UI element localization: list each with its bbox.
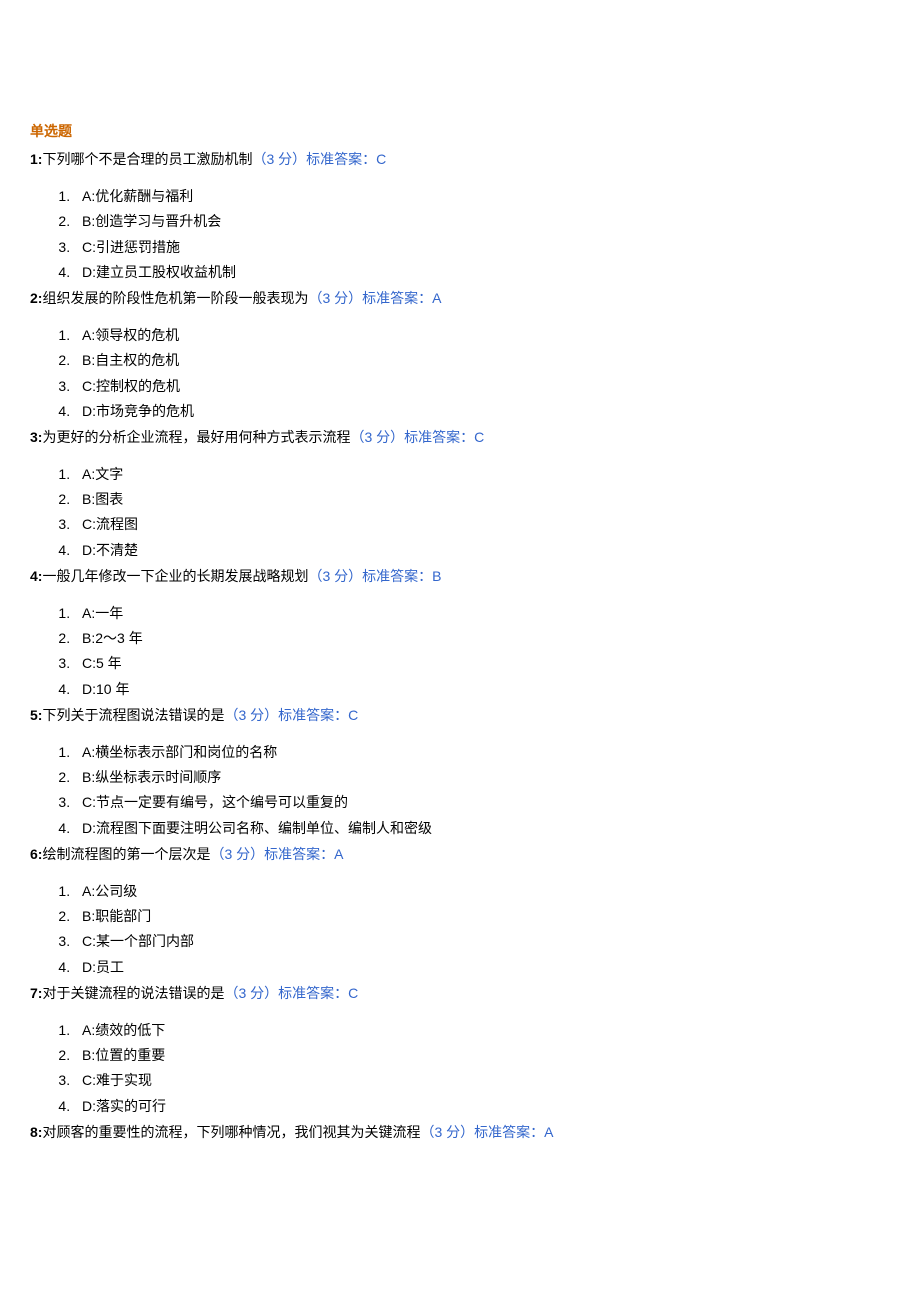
- choice-item: B:图表: [74, 488, 890, 510]
- choice-item: C:引进惩罚措施: [74, 236, 890, 258]
- answer-label: 标准答案：: [306, 151, 376, 167]
- answer-label: 标准答案：: [404, 429, 474, 445]
- choice-item: A:公司级: [74, 880, 890, 902]
- choice-item: D:不清楚: [74, 539, 890, 561]
- question-stem: 4:一般几年修改一下企业的长期发展战略规划（3 分）标准答案：B: [30, 565, 890, 587]
- question-text: 一般几年修改一下企业的长期发展战略规划: [42, 568, 308, 584]
- question-points: （3 分）: [210, 846, 264, 862]
- choice-item: D:员工: [74, 956, 890, 978]
- choice-item: D:流程图下面要注明公司名称、编制单位、编制人和密级: [74, 817, 890, 839]
- answer-value: B: [432, 568, 441, 584]
- question-stem: 7:对于关键流程的说法错误的是（3 分）标准答案：C: [30, 982, 890, 1004]
- choice-item: C:节点一定要有编号，这个编号可以重复的: [74, 791, 890, 813]
- question-text: 下列关于流程图说法错误的是: [42, 707, 224, 723]
- question-stem: 3:为更好的分析企业流程，最好用何种方式表示流程（3 分）标准答案：C: [30, 426, 890, 448]
- question-points: （3 分）: [350, 429, 404, 445]
- choice-list: A:文字 B:图表 C:流程图 D:不清楚: [30, 463, 890, 562]
- choice-item: D:落实的可行: [74, 1095, 890, 1117]
- question-points: （3 分）: [224, 985, 278, 1001]
- answer-value: A: [544, 1124, 553, 1140]
- question-number: 1:: [30, 151, 42, 167]
- answer-value: A: [432, 290, 441, 306]
- choice-item: A:横坐标表示部门和岗位的名称: [74, 741, 890, 763]
- answer-value: C: [376, 151, 386, 167]
- answer-value: A: [334, 846, 343, 862]
- choice-list: A:公司级 B:职能部门 C:某一个部门内部 D:员工: [30, 880, 890, 979]
- choice-item: C:5 年: [74, 652, 890, 674]
- choice-item: A:绩效的低下: [74, 1019, 890, 1041]
- choice-item: C:难于实现: [74, 1069, 890, 1091]
- question-number: 5:: [30, 707, 42, 723]
- choice-item: B:创造学习与晋升机会: [74, 210, 890, 232]
- question-text: 对于关键流程的说法错误的是: [42, 985, 224, 1001]
- choice-item: C:控制权的危机: [74, 375, 890, 397]
- question-number: 8:: [30, 1124, 42, 1140]
- choice-item: C:流程图: [74, 513, 890, 535]
- questions-container: 1:下列哪个不是合理的员工激励机制（3 分）标准答案：CA:优化薪酬与福利B:创…: [30, 148, 890, 1143]
- answer-label: 标准答案：: [362, 568, 432, 584]
- answer-label: 标准答案：: [474, 1124, 544, 1140]
- answer-label: 标准答案：: [362, 290, 432, 306]
- question-points: （3 分）: [308, 568, 362, 584]
- question-text: 组织发展的阶段性危机第一阶段一般表现为: [42, 290, 308, 306]
- answer-label: 标准答案：: [264, 846, 334, 862]
- answer-value: C: [348, 707, 358, 723]
- choice-item: D:市场竞争的危机: [74, 400, 890, 422]
- choice-item: A:优化薪酬与福利: [74, 185, 890, 207]
- question-points: （3 分）: [252, 151, 306, 167]
- question-number: 6:: [30, 846, 42, 862]
- choice-item: B:自主权的危机: [74, 349, 890, 371]
- choice-list: A:横坐标表示部门和岗位的名称 B:纵坐标表示时间顺序 C:节点一定要有编号，这个编…: [30, 741, 890, 840]
- question-stem: 8:对顾客的重要性的流程，下列哪种情况，我们视其为关键流程（3 分）标准答案：A: [30, 1121, 890, 1143]
- choice-item: D:建立员工股权收益机制: [74, 261, 890, 283]
- question-text: 对顾客的重要性的流程，下列哪种情况，我们视其为关键流程: [42, 1124, 420, 1140]
- question-text: 下列哪个不是合理的员工激励机制: [42, 151, 252, 167]
- choice-list: A:一年 B:2～3 年 C:5 年 D:10 年: [30, 602, 890, 701]
- question-points: （3 分）: [224, 707, 278, 723]
- question-number: 2:: [30, 290, 42, 306]
- question-points: （3 分）: [308, 290, 362, 306]
- answer-value: C: [474, 429, 484, 445]
- choice-item: D:10 年: [74, 678, 890, 700]
- question-stem: 2:组织发展的阶段性危机第一阶段一般表现为（3 分）标准答案：A: [30, 287, 890, 309]
- question-stem: 6:绘制流程图的第一个层次是（3 分）标准答案：A: [30, 843, 890, 865]
- choice-item: B:2～3 年: [74, 627, 890, 649]
- question-text: 为更好的分析企业流程，最好用何种方式表示流程: [42, 429, 350, 445]
- choice-item: A:领导权的危机: [74, 324, 890, 346]
- answer-label: 标准答案：: [278, 985, 348, 1001]
- question-text: 绘制流程图的第一个层次是: [42, 846, 210, 862]
- choice-list: A:绩效的低下 B:位置的重要 C:难于实现 D:落实的可行: [30, 1019, 890, 1118]
- choice-item: A:文字: [74, 463, 890, 485]
- choice-item: B:位置的重要: [74, 1044, 890, 1066]
- section-title: 单选题: [30, 120, 890, 142]
- question-points: （3 分）: [420, 1124, 474, 1140]
- choice-list: A:领导权的危机 B:自主权的危机 C:控制权的危机 D:市场竞争的危机: [30, 324, 890, 423]
- choice-list: A:优化薪酬与福利 B:创造学习与晋升机会 C:引进惩罚措施 D:建立员工股权收益机制: [30, 185, 890, 284]
- choice-item: C:某一个部门内部: [74, 930, 890, 952]
- choice-item: A:一年: [74, 602, 890, 624]
- choice-item: B:职能部门: [74, 905, 890, 927]
- question-number: 4:: [30, 568, 42, 584]
- answer-value: C: [348, 985, 358, 1001]
- choice-item: B:纵坐标表示时间顺序: [74, 766, 890, 788]
- answer-label: 标准答案：: [278, 707, 348, 723]
- question-number: 3:: [30, 429, 42, 445]
- question-stem: 5:下列关于流程图说法错误的是（3 分）标准答案：C: [30, 704, 890, 726]
- question-stem: 1:下列哪个不是合理的员工激励机制（3 分）标准答案：C: [30, 148, 890, 170]
- question-number: 7:: [30, 985, 42, 1001]
